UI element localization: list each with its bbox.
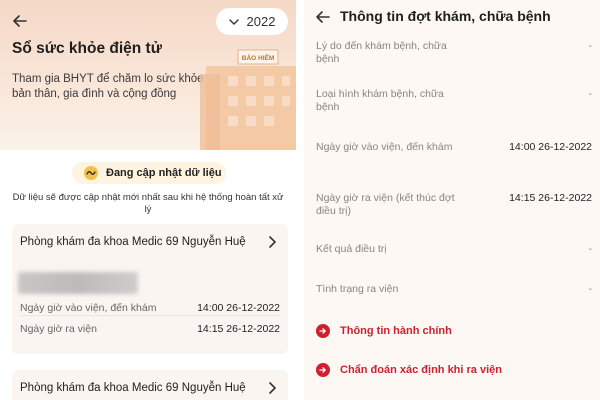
- back-arrow-icon[interactable]: [314, 8, 332, 26]
- detail-label: Ngày giờ vào viện, đến khám: [316, 141, 453, 153]
- year-selector[interactable]: 2022: [216, 8, 288, 35]
- detail-value: -: [588, 88, 593, 100]
- redacted-patient-info: [18, 272, 138, 294]
- admin-info-link[interactable]: Thông tin hành chính: [316, 324, 452, 338]
- chevron-down-icon: [228, 18, 239, 25]
- admit-row: Ngày giờ vào viện, đến khám 14:00 26-12-…: [20, 302, 280, 314]
- row-divider: [20, 315, 280, 316]
- detail-value: -: [588, 283, 593, 295]
- detail-value: -: [588, 40, 593, 52]
- detail-value: -: [588, 243, 593, 255]
- page-subtitle: Tham gia BHYT để chăm lo sức khỏe bản th…: [12, 73, 204, 100]
- admit-value: 14:00 26-12-2022: [197, 302, 280, 314]
- detail-label: Tình trạng ra viện: [316, 283, 399, 295]
- visit-card[interactable]: Phòng khám đa khoa Medic 69 Nguyễn Huệ N…: [12, 224, 288, 354]
- visit-card[interactable]: Phòng khám đa khoa Medic 69 Nguyễn Huệ: [12, 370, 288, 400]
- detail-label: Lý do đến khám bệnh, chữa bệnh: [316, 40, 447, 65]
- health-book-screen: 2022 Sổ sức khỏe điện tử Tham gia BHYT đ…: [0, 0, 296, 400]
- insurance-building-illustration: BẢO HIỂM: [200, 49, 296, 150]
- detail-label: Loại hình khám bệnh, chữa bệnh: [316, 88, 444, 113]
- sync-icon: [84, 166, 98, 180]
- arrow-right-circle-icon: [316, 363, 330, 377]
- page-title: Sổ sức khỏe điện tử: [12, 40, 162, 57]
- year-value: 2022: [246, 14, 276, 29]
- discharge-row: Ngày giờ ra viện 14:15 26-12-2022: [20, 323, 280, 335]
- discharge-diagnosis-link[interactable]: Chẩn đoán xác định khi ra viện: [316, 363, 502, 377]
- arrow-right-circle-icon: [316, 324, 330, 338]
- detail-label: Kết quả điều trị: [316, 243, 387, 255]
- admit-label: Ngày giờ vào viện, đến khám: [20, 302, 157, 314]
- detail-value: 14:15 26-12-2022: [509, 192, 592, 204]
- update-note: Dữ liệu sẽ được cập nhật mới nhất sau kh…: [12, 192, 284, 215]
- visit-detail-screen: Thông tin đợt khám, chữa bệnh Lý do đến …: [304, 0, 600, 400]
- discharge-label: Ngày giờ ra viện: [20, 323, 97, 335]
- building-sign: BẢO HIỂM: [242, 53, 275, 62]
- admin-info-label: Thông tin hành chính: [340, 325, 452, 337]
- back-arrow-icon[interactable]: [10, 11, 30, 31]
- detail-value: 14:00 26-12-2022: [509, 141, 592, 153]
- detail-title: Thông tin đợt khám, chữa bệnh: [340, 8, 551, 24]
- panel-divider: [296, 0, 304, 400]
- update-status-text: Đang cập nhật dữ liệu: [106, 167, 222, 179]
- update-status-badge: Đang cập nhật dữ liệu: [72, 162, 226, 184]
- discharge-value: 14:15 26-12-2022: [197, 323, 280, 335]
- chevron-right-icon: [269, 382, 277, 394]
- clinic-name: Phòng khám đa khoa Medic 69 Nguyễn Huệ: [20, 382, 246, 394]
- clinic-name: Phòng khám đa khoa Medic 69 Nguyễn Huệ: [20, 236, 246, 248]
- detail-header: Thông tin đợt khám, chữa bệnh: [304, 0, 600, 32]
- discharge-diagnosis-label: Chẩn đoán xác định khi ra viện: [340, 364, 502, 376]
- chevron-right-icon: [269, 236, 277, 248]
- detail-label: Ngày giờ ra viện (kết thúc đợt điều trị): [316, 192, 455, 217]
